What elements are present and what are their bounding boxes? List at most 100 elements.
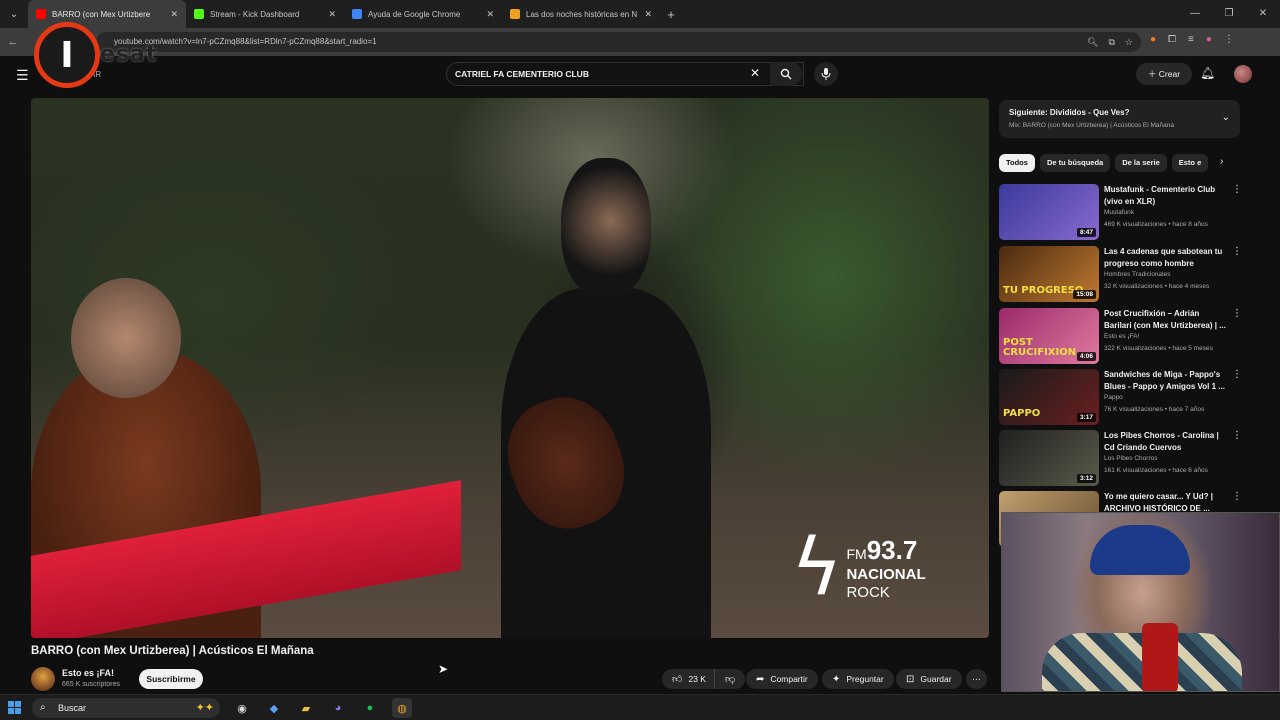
more-vertical-icon[interactable]: ⋮ — [1232, 308, 1242, 319]
recommendation-item[interactable]: POST CRUCIFIXION 4:06 Post Crucifixión – A… — [999, 308, 1244, 366]
tab-close-icon[interactable]: ✕ — [328, 9, 336, 20]
recommendation-title[interactable]: Las 4 cadenas que sabotean tu progreso c… — [1104, 246, 1226, 270]
chrome-icon[interactable]: ◍ — [392, 698, 412, 718]
recommendation-meta: 469 K visualizaciones • hace 8 años — [1104, 221, 1208, 228]
save-button[interactable]: ⊡ Guardar — [896, 669, 962, 689]
recommendation-title[interactable]: Mustafunk - Cementerio Club (vivo en XLR… — [1104, 184, 1226, 208]
duration-badge: 8:47 — [1076, 228, 1096, 237]
channel-avatar[interactable] — [31, 667, 55, 691]
more-vertical-icon[interactable]: ⋮ — [1232, 184, 1242, 195]
save-label: Guardar — [920, 674, 952, 684]
voice-search-button[interactable] — [814, 62, 838, 86]
spotify-icon[interactable]: ● — [360, 698, 380, 718]
account-avatar[interactable] — [1234, 65, 1252, 83]
recommendation-channel[interactable]: Esto es ¡FA! — [1104, 333, 1139, 340]
browser-menu-icon[interactable]: ⋮ — [1224, 34, 1234, 45]
chevron-right-icon[interactable]: › — [1220, 156, 1223, 167]
tab-label: BARRO (con Mex Urtizbere — [52, 9, 151, 19]
up-next-subtitle: Mix: BARRO (con Mex Urtizberea) | Acústi… — [1009, 122, 1174, 129]
recommendation-title[interactable]: Post Crucifixión – Adrián Barilari (con … — [1104, 308, 1226, 332]
new-tab-plus-icon[interactable]: + — [660, 7, 682, 22]
filter-chip[interactable]: Todos — [999, 154, 1035, 172]
recommendation-channel[interactable]: Pappo — [1104, 394, 1123, 401]
more-vertical-icon[interactable]: ⋮ — [1232, 369, 1242, 380]
video-thumbnail[interactable]: 8:47 — [999, 184, 1099, 240]
cast-icon[interactable]: ⧉ — [1108, 32, 1114, 52]
recommendation-channel[interactable]: Mustafunk — [1104, 209, 1134, 216]
filter-chip[interactable]: Esto e — [1171, 154, 1209, 172]
more-vertical-icon[interactable]: ⋮ — [1232, 430, 1242, 441]
media-control-icon[interactable]: ≡ — [1188, 34, 1194, 45]
recommendation-item[interactable]: PAPPO 3:17 Sandwiches de Miga - Pappo's Bl… — [999, 369, 1244, 427]
recommendation-title[interactable]: Los Pibes Chorros - Carolina | Cd Criand… — [1104, 430, 1226, 454]
like-button[interactable]: 👍︎ 23 K — [662, 669, 714, 689]
create-button[interactable]: ＋ Crear — [1136, 63, 1192, 85]
video-thumbnail[interactable]: PAPPO 3:17 — [999, 369, 1099, 425]
ask-button[interactable]: ✦ Preguntar — [822, 669, 894, 689]
up-next-panel[interactable]: Siguiente: Divididos - Que Ves? Mix: BAR… — [999, 100, 1240, 138]
browser-tab[interactable]: Las dos noches históricas en N ✕ — [502, 0, 660, 28]
search-button[interactable] — [770, 62, 802, 86]
duration-badge: 15:08 — [1073, 290, 1096, 299]
tab-close-icon[interactable]: ✕ — [486, 9, 494, 20]
dislike-button[interactable]: 👎︎ — [713, 669, 746, 689]
recommendation-channel[interactable]: Hombres Tradicionales — [1104, 271, 1170, 278]
browser-tab[interactable]: Stream - Kick Dashboard ✕ — [186, 0, 344, 28]
more-vertical-icon[interactable]: ⋮ — [1232, 246, 1242, 257]
guide-menu-icon[interactable]: ☰ — [16, 67, 29, 84]
more-actions-button[interactable]: ⋯ — [966, 669, 987, 689]
filter-chip[interactable]: De tu búsqueda — [1039, 154, 1111, 172]
recommendation-title[interactable]: Sandwiches de Miga - Pappo's Blues - Pap… — [1104, 369, 1226, 393]
watermark-frequency: 93.7 — [866, 534, 918, 565]
discord-icon[interactable]: ◕ — [328, 698, 348, 718]
tab-search-chevron-icon[interactable]: ⌄ — [0, 0, 28, 28]
recommendation-channel[interactable]: Los Pibes Chorros — [1104, 455, 1157, 462]
tab-label: Ayuda de Google Chrome — [368, 9, 461, 19]
tab-close-icon[interactable]: ✕ — [170, 9, 178, 20]
close-window-icon[interactable]: ✕ — [1246, 0, 1280, 28]
tab-close-icon[interactable]: ✕ — [644, 9, 652, 20]
recommendation-item[interactable]: 8:47 Mustafunk - Cementerio Club (vivo en… — [999, 184, 1244, 242]
windows-start-icon[interactable] — [8, 701, 21, 714]
profile-avatar-icon[interactable]: ● — [1206, 34, 1212, 45]
browser-tab[interactable]: Ayuda de Google Chrome ✕ — [344, 0, 502, 28]
recommendation-item[interactable]: 3:12 Los Pibes Chorros - Carolina | Cd Cr… — [999, 430, 1244, 488]
search-highlight-icon: ✦✦ — [195, 702, 214, 714]
url-bar[interactable]: youtube.com/watch?v=ln7-pCZmq88&list=RDl… — [96, 32, 1141, 52]
video-thumbnail[interactable]: POST CRUCIFIXION 4:06 — [999, 308, 1099, 364]
channel-name[interactable]: Esto es ¡FA! — [62, 668, 114, 678]
copilot-icon[interactable]: ◆ — [264, 698, 284, 718]
file-explorer-icon[interactable]: ▰ — [296, 698, 316, 718]
extension-orange-icon[interactable]: ● — [1150, 34, 1156, 45]
watermark-name-2: ROCK — [846, 583, 890, 601]
ask-wrap: ✦ Preguntar — [822, 669, 894, 689]
back-arrow-icon[interactable]: ← — [0, 36, 26, 48]
more-horizontal-icon: ⋯ — [972, 673, 981, 684]
taskbar-search[interactable]: ⌕ Buscar ✦✦ — [32, 698, 220, 718]
tab-label: Las dos noches históricas en N — [526, 9, 638, 19]
filter-chips: Todos De tu búsqueda De la serie Esto e — [999, 154, 1235, 172]
video-thumbnail[interactable]: 3:12 — [999, 430, 1099, 486]
extensions-puzzle-icon[interactable]: ⧠ — [1168, 34, 1176, 45]
video-player[interactable]: ϟ FM93.7 NACIONAL ROCK — [31, 98, 989, 638]
minimize-icon[interactable]: — — [1178, 0, 1212, 28]
address-bar-row: ← youtube.com/watch?v=ln7-pCZmq88&list=R… — [0, 28, 1280, 56]
more-vertical-icon[interactable]: ⋮ — [1232, 491, 1242, 502]
clear-search-icon[interactable]: ✕ — [750, 66, 760, 80]
extension-icons: ● ⧠ ≡ ● ⋮ — [1150, 34, 1234, 45]
restore-icon[interactable]: ❐ — [1212, 0, 1246, 28]
browser-tab[interactable]: BARRO (con Mex Urtizbere ✕ — [28, 0, 186, 28]
obs-icon[interactable]: ◉ — [232, 698, 252, 718]
filter-chip[interactable]: De la serie — [1115, 154, 1167, 172]
bookmark-star-icon[interactable]: ☆ — [1125, 32, 1133, 52]
recommendation-item[interactable]: TU PROGRESO 15:08 Las 4 cadenas que sabote… — [999, 246, 1244, 304]
screen: ⌄ BARRO (con Mex Urtizbere ✕ Stream - Kick… — [0, 0, 1280, 720]
browser-tab-strip: ⌄ BARRO (con Mex Urtizbere ✕ Stream - Kick… — [0, 0, 1280, 28]
thumbnail-text: TU PROGRESO — [1003, 285, 1084, 296]
subscribe-button[interactable]: Suscribirme — [139, 669, 203, 689]
share-button[interactable]: ➦ Compartir — [746, 669, 818, 689]
video-thumbnail[interactable]: TU PROGRESO 15:08 — [999, 246, 1099, 302]
zoom-icon[interactable]: 🔍︎ — [1087, 32, 1098, 52]
notifications-bell-icon[interactable]: 🔔︎ — [1200, 66, 1215, 80]
chevron-down-icon[interactable]: ⌄ — [1222, 112, 1230, 123]
